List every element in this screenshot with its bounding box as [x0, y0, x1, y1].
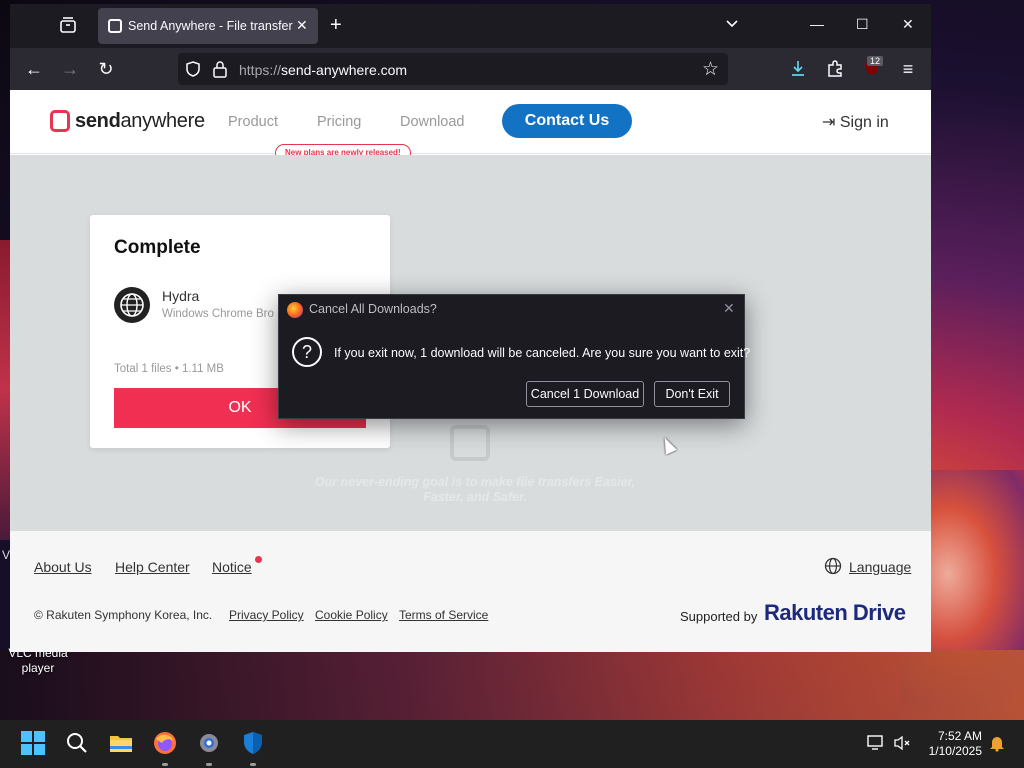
- windows-security-shield-icon[interactable]: [240, 730, 266, 756]
- wallpaper-bottom: [0, 650, 1024, 720]
- tab-list-icon[interactable]: [58, 15, 80, 37]
- extension-badge-count: 12: [867, 56, 884, 66]
- background-robot-icon: [450, 425, 490, 461]
- tab-title: Send Anywhere - File transfer: [128, 19, 293, 33]
- contact-us-button[interactable]: Contact Us: [502, 104, 632, 138]
- lock-icon[interactable]: [212, 60, 228, 83]
- terms-of-service-link[interactable]: Terms of Service: [399, 608, 488, 622]
- system-clock[interactable]: 7:52 AM 1/10/2025: [924, 729, 982, 759]
- maximize-icon[interactable]: ☐: [856, 16, 869, 33]
- nav-pricing[interactable]: Pricing: [317, 114, 361, 130]
- volume-muted-icon[interactable]: [892, 733, 912, 753]
- privacy-policy-link[interactable]: Privacy Policy: [229, 608, 304, 622]
- sign-in-icon: ⇥: [822, 114, 836, 131]
- logo-rest-text: anywhere: [120, 110, 205, 132]
- search-icon[interactable]: [64, 730, 90, 756]
- downloads-icon[interactable]: [788, 59, 808, 79]
- tagline: Our never-ending goal is to make file tr…: [314, 475, 636, 504]
- rakuten-drive-logo[interactable]: Rakuten Drive: [764, 600, 906, 626]
- language-link[interactable]: Language: [849, 559, 911, 575]
- url-bar[interactable]: https://send-anywhere.com ☆: [178, 53, 728, 85]
- supported-by-label: Supported by: [680, 609, 758, 624]
- taskbar: 7:52 AM 1/10/2025: [0, 720, 1024, 768]
- url-host: send-anywhere.com: [281, 62, 408, 78]
- about-us-link[interactable]: About Us: [34, 559, 92, 575]
- send-anywhere-favicon-icon: [108, 19, 122, 33]
- cancel-download-button[interactable]: Cancel 1 Download: [526, 381, 644, 407]
- card-title: Complete: [114, 237, 201, 258]
- dialog-title: Cancel All Downloads?: [309, 302, 437, 316]
- dialog-message: If you exit now, 1 download will be canc…: [334, 346, 751, 360]
- firefox-running-indicator: [162, 763, 168, 766]
- minimize-icon[interactable]: —: [810, 16, 824, 32]
- notification-bell-icon[interactable]: [988, 734, 1006, 752]
- tab-send-anywhere[interactable]: Send Anywhere - File transfer ✕: [98, 8, 318, 44]
- sign-in-link[interactable]: ⇥ Sign in: [822, 112, 889, 132]
- total-files: Total 1 files • 1.11 MB: [114, 363, 224, 375]
- file-explorer-icon[interactable]: [108, 730, 134, 756]
- forward-icon[interactable]: →: [60, 59, 80, 79]
- firefox-icon: [287, 302, 303, 318]
- nav-product[interactable]: Product: [228, 114, 278, 130]
- tab-bar: Send Anywhere - File transfer ✕ + — ☐ ✕: [10, 4, 931, 48]
- url-scheme: https://: [239, 62, 282, 78]
- site-header: sendanywhere Product Pricing Download Ne…: [10, 90, 931, 162]
- help-center-link[interactable]: Help Center: [115, 559, 190, 575]
- sign-in-label: Sign in: [839, 114, 889, 131]
- desktop-icon-partial: V: [2, 548, 11, 562]
- globe-icon: [114, 287, 150, 323]
- settings-gear-icon[interactable]: [196, 730, 222, 756]
- tab-close-icon[interactable]: ✕: [296, 17, 308, 34]
- notice-dot: [255, 556, 262, 563]
- extensions-puzzle-icon[interactable]: [825, 59, 845, 79]
- send-anywhere-logo-icon[interactable]: [50, 110, 70, 132]
- reload-icon[interactable]: ↻: [96, 59, 116, 79]
- cookie-policy-link[interactable]: Cookie Policy: [315, 608, 388, 622]
- window-close-icon[interactable]: ✕: [902, 16, 914, 33]
- shield-icon[interactable]: [184, 60, 202, 83]
- file-name: Hydra: [162, 288, 200, 304]
- clock-time: 7:52 AM: [937, 729, 982, 743]
- hamburger-menu-icon[interactable]: ≡: [898, 59, 918, 79]
- cancel-downloads-dialog: Cancel All Downloads? ✕ ? If you exit no…: [278, 294, 750, 419]
- dont-exit-button[interactable]: Don't Exit: [654, 381, 730, 407]
- list-all-tabs-chevron-icon[interactable]: [725, 16, 739, 35]
- url-text: https://send-anywhere.com: [239, 62, 407, 78]
- security-running-indicator: [250, 763, 256, 766]
- settings-running-indicator: [206, 763, 212, 766]
- device-label: Windows Chrome Bro: [162, 308, 274, 320]
- nav-download[interactable]: Download: [400, 114, 465, 130]
- back-icon[interactable]: ←: [24, 59, 44, 79]
- logo-bold-text: send: [75, 110, 121, 132]
- site-footer: About Us Help Center Notice Language © R…: [10, 531, 931, 652]
- windows-start-icon[interactable]: [20, 730, 46, 756]
- dialog-close-icon[interactable]: ✕: [723, 300, 735, 317]
- copyright: © Rakuten Symphony Korea, Inc.: [34, 608, 213, 622]
- network-display-icon[interactable]: [866, 733, 886, 753]
- notice-link[interactable]: Notice: [212, 559, 252, 575]
- site-logo[interactable]: sendanywhere: [75, 110, 205, 133]
- new-tab-icon[interactable]: +: [330, 14, 342, 37]
- language-globe-icon: [824, 557, 842, 580]
- question-icon: ?: [292, 337, 322, 367]
- bookmark-star-icon[interactable]: ☆: [702, 58, 719, 81]
- nav-toolbar: ← → ↻ https://send-anywhere.com ☆ 12 ≡: [10, 48, 931, 90]
- clock-date: 1/10/2025: [928, 744, 982, 758]
- firefox-taskbar-icon[interactable]: [152, 730, 178, 756]
